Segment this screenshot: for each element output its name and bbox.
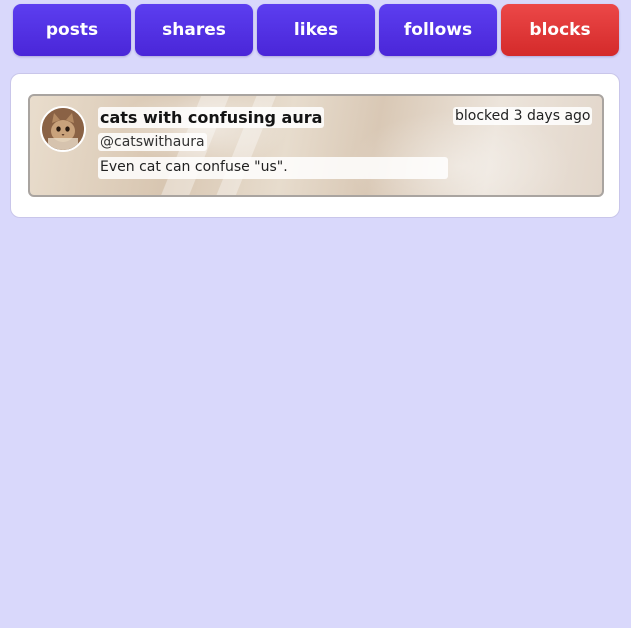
tab-bar: posts shares likes follows blocks (13, 4, 619, 56)
blocked-user-display-name[interactable]: cats with confusing aura (98, 107, 325, 128)
cat-avatar-image (42, 108, 84, 150)
tab-blocks[interactable]: blocks (501, 4, 619, 56)
blocked-user-card[interactable]: cats with confusing aura @catswithaura E… (28, 94, 604, 197)
tab-shares[interactable]: shares (135, 4, 253, 56)
tab-likes[interactable]: likes (257, 4, 375, 56)
tab-posts[interactable]: posts (13, 4, 131, 56)
cat-avatar-icon[interactable] (40, 106, 86, 152)
blocked-user-handle[interactable]: @catswithaura (98, 133, 207, 151)
tab-follows[interactable]: follows (379, 4, 497, 56)
blocked-user-bio: Even cat can confuse "us". (98, 157, 448, 179)
blocks-panel: cats with confusing aura @catswithaura E… (10, 73, 620, 218)
block-timestamp: blocked 3 days ago (453, 107, 593, 125)
